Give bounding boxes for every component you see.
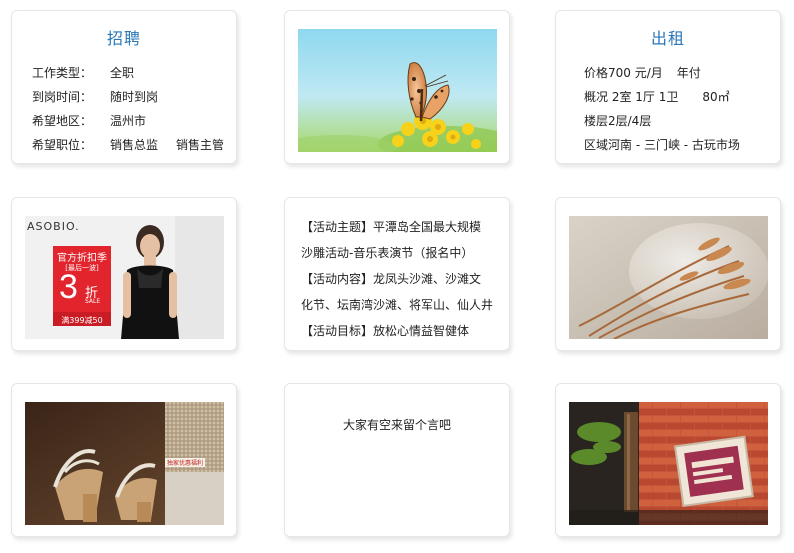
activity-line: 【活动主题】平潭岛全国最大规模 <box>301 220 482 234</box>
job-type-label: 工作类型： <box>32 66 93 80</box>
arrival-value: 随时到岗 <box>110 90 159 104</box>
message-card[interactable]: 大家有空来留个言吧 <box>284 383 510 537</box>
rent-overview-row: 概况 2室 1厅 1卫 80㎡ <box>584 85 780 109</box>
butterfly-image <box>298 29 497 152</box>
activity-line: 【活动内容】龙凤头沙滩、沙滩文 <box>301 272 482 286</box>
ad-brand: ASOBIO. <box>27 220 80 233</box>
rent-details: 价格700 元/月 年付 概况 2室 1厅 1卫 80㎡ 楼层2层/4层 区域河南 … <box>556 61 780 157</box>
recruit-row-arrival: 到岗时间： 随时到岗 <box>12 85 236 109</box>
ad-sale: SALE <box>85 298 101 305</box>
job-type-value: 全职 <box>110 66 135 80</box>
activity-text: 【活动主题】平潭岛全国最大规模 沙雕活动-音乐表演节（报名中） 【活动内容】龙凤… <box>285 198 509 344</box>
rent-area: 80㎡ <box>702 90 730 104</box>
recruit-row-position: 希望职位： 销售总监 销售主管 <box>12 133 236 157</box>
ad-promo: 满399减50 <box>61 316 103 325</box>
rent-title: 出租 <box>650 29 685 48</box>
brick-wall-image <box>569 402 768 525</box>
ad-season: 官方折扣季 <box>57 253 107 264</box>
position-value-2: 销售主管 <box>176 138 225 152</box>
rent-pay: 年付 <box>676 66 701 80</box>
position-value-1: 销售总监 <box>110 138 159 152</box>
recruit-card[interactable]: 招聘 工作类型： 全职 到岗时间： 随时到岗 希望地区： 温州市 希望职位： 销… <box>11 10 237 164</box>
rent-card[interactable]: 出租 价格700 元/月 年付 概况 2室 1厅 1卫 80㎡ 楼层2层/4层 区域… <box>555 10 781 164</box>
wheat-card[interactable] <box>555 197 781 351</box>
recruit-title: 招聘 <box>106 29 141 48</box>
recruit-row-type: 工作类型： 全职 <box>12 61 236 85</box>
shoe-card[interactable]: 独家优惠福利 <box>11 383 237 537</box>
activity-line: 【活动目标】放松心情益智健体 <box>301 324 470 338</box>
position-label: 希望职位： <box>32 138 93 152</box>
fashion-ad-card[interactable]: ASOBIO. 官方折扣季 [最后一波] 3 折 SALE 满399减50 <box>11 197 237 351</box>
fashion-ad-image: ASOBIO. 官方折扣季 [最后一波] 3 折 SALE 满399减50 <box>25 216 224 339</box>
message-text: 大家有空来留个言吧 <box>342 418 451 432</box>
shoe-image: 独家优惠福利 <box>25 402 224 525</box>
brick-wall-card[interactable] <box>555 383 781 537</box>
ad-discount: 3 <box>59 268 78 306</box>
recruit-row-region: 希望地区： 温州市 <box>12 109 236 133</box>
rent-region: 区域河南 - 三门峡 - 古玩市场 <box>584 138 740 152</box>
butterfly-card[interactable] <box>284 10 510 164</box>
region-label: 希望地区： <box>32 114 93 128</box>
recruit-details: 工作类型： 全职 到岗时间： 随时到岗 希望地区： 温州市 希望职位： 销售总监… <box>12 61 236 157</box>
shoe-label: 独家优惠福利 <box>165 458 206 467</box>
rent-floor: 楼层2层/4层 <box>584 114 652 128</box>
activity-card[interactable]: 【活动主题】平潭岛全国最大规模 沙雕活动-音乐表演节（报名中） 【活动内容】龙凤… <box>284 197 510 351</box>
rent-overview: 概况 2室 1厅 1卫 <box>584 90 679 104</box>
activity-line: 沙雕活动-音乐表演节（报名中） <box>301 246 474 260</box>
activity-line: 化节、坛南湾沙滩、将军山、仙人井 <box>301 298 494 312</box>
rent-price-row: 价格700 元/月 年付 <box>584 61 780 85</box>
region-value: 温州市 <box>110 114 147 128</box>
rent-price: 价格700 元/月 <box>584 66 663 80</box>
wheat-image <box>569 216 768 339</box>
arrival-label: 到岗时间： <box>32 90 93 104</box>
